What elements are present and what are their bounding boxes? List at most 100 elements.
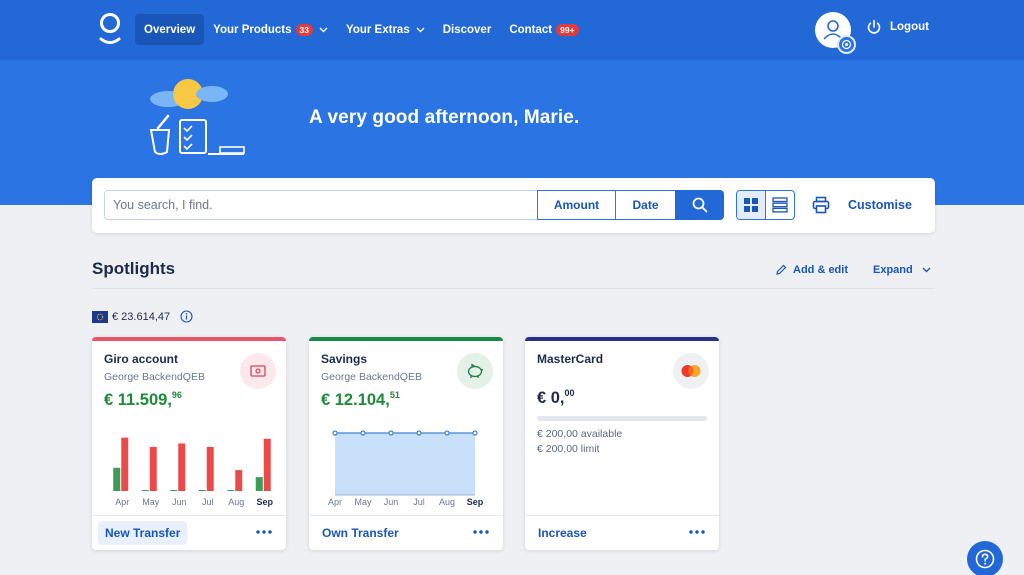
credit-limit: € 200,00 limit bbox=[537, 443, 600, 455]
x-axis-tick-label: Jul bbox=[413, 497, 425, 507]
card-accent-bar bbox=[309, 337, 503, 341]
products-count-badge: 33 bbox=[295, 23, 314, 36]
expense-bar bbox=[235, 470, 243, 491]
total-balance-value: € 23.614,47 bbox=[112, 310, 171, 323]
nav-contact-label: Contact bbox=[509, 23, 553, 36]
balance-point bbox=[332, 430, 338, 436]
x-axis-tick-label: Jun bbox=[384, 497, 399, 507]
more-options-button[interactable] bbox=[469, 524, 493, 540]
expense-bar bbox=[178, 443, 186, 491]
x-axis-tick-label: Aug bbox=[228, 497, 244, 507]
card-owner-name: George BackendQEB bbox=[321, 371, 422, 383]
expense-bar bbox=[206, 446, 214, 491]
nav-discover[interactable]: Discover bbox=[434, 14, 501, 45]
card-owner-name: George BackendQEB bbox=[104, 371, 205, 383]
pencil-icon bbox=[776, 264, 787, 275]
income-bar bbox=[198, 490, 206, 491]
card-balance: € 12.104,51 bbox=[321, 390, 400, 410]
new-transfer-button[interactable]: New Transfer bbox=[98, 521, 188, 545]
own-transfer-button[interactable]: Own Transfer bbox=[315, 521, 406, 545]
nav-discover-label: Discover bbox=[442, 23, 492, 36]
help-button[interactable] bbox=[967, 541, 1003, 575]
expense-bar bbox=[121, 437, 129, 491]
giro-account-card[interactable]: Giro account George BackendQEB € 11.509,… bbox=[92, 337, 286, 550]
available-amount: € 200,00 available bbox=[537, 428, 623, 440]
ellipsis-icon bbox=[473, 530, 489, 534]
total-balance: € 23.614,47 bbox=[92, 310, 193, 323]
customise-button[interactable]: Customise bbox=[848, 198, 912, 212]
card-balance: € 0,00 bbox=[537, 388, 575, 408]
card-type-badge bbox=[457, 353, 493, 389]
grid-view-button[interactable] bbox=[737, 191, 766, 219]
card-balance-main: € 12.104, bbox=[321, 391, 390, 409]
savings-balance-chart: Apr May Jun Jul Aug Sep bbox=[328, 430, 484, 507]
more-options-button[interactable] bbox=[252, 524, 276, 540]
savings-card[interactable]: Savings George BackendQEB € 12.104,51 Ap… bbox=[309, 337, 503, 550]
expense-bar bbox=[149, 446, 157, 491]
x-axis-tick-label: Sep bbox=[256, 497, 273, 507]
mastercard-card[interactable]: MasterCard € 0,00 € 200,00 available € 2… bbox=[525, 337, 719, 550]
weather-checklist-illustration-icon bbox=[149, 79, 245, 155]
card-footer: Own Transfer bbox=[309, 515, 503, 550]
card-account-name: Giro account bbox=[104, 352, 179, 366]
card-footer: New Transfer bbox=[92, 515, 286, 550]
card-type-badge bbox=[240, 353, 276, 389]
chevron-down-icon bbox=[416, 27, 425, 32]
x-axis-tick-label: May bbox=[142, 497, 160, 507]
list-view-button[interactable] bbox=[766, 191, 795, 219]
print-icon[interactable] bbox=[812, 196, 830, 214]
nav-your-extras-label: Your Extras bbox=[346, 23, 410, 36]
increase-limit-button[interactable]: Increase bbox=[531, 521, 594, 545]
logo-icon[interactable] bbox=[98, 12, 122, 46]
card-balance-main: € 0, bbox=[537, 389, 565, 407]
x-axis-tick-label: Aug bbox=[439, 497, 455, 507]
search-button[interactable] bbox=[675, 190, 724, 220]
expand-button[interactable]: Expand bbox=[873, 264, 931, 276]
chevron-down-icon bbox=[922, 267, 931, 273]
expand-label: Expand bbox=[873, 264, 913, 276]
info-icon[interactable] bbox=[180, 310, 193, 323]
balance-area bbox=[335, 433, 475, 495]
date-filter-button[interactable]: Date bbox=[615, 190, 676, 220]
x-axis-tick-label: Apr bbox=[328, 497, 342, 507]
chevron-down-icon bbox=[319, 27, 328, 32]
income-bar bbox=[170, 490, 178, 491]
nav-your-products[interactable]: Your Products 33 bbox=[204, 14, 337, 45]
list-icon bbox=[772, 197, 788, 213]
search-icon bbox=[692, 197, 707, 213]
more-options-button[interactable] bbox=[685, 524, 709, 540]
balance-point bbox=[444, 430, 450, 436]
search-input[interactable] bbox=[104, 190, 537, 220]
monthly-cashflow-chart: Apr May Jun Jul Aug Sep bbox=[113, 437, 274, 507]
target-icon bbox=[841, 39, 852, 50]
section-divider bbox=[92, 288, 935, 289]
card-balance: € 11.509,96 bbox=[104, 390, 182, 410]
balance-point bbox=[388, 430, 394, 436]
card-footer: Increase bbox=[525, 515, 719, 550]
nav-overview-label: Overview bbox=[144, 23, 196, 36]
card-balance-main: € 11.509, bbox=[104, 391, 172, 409]
card-accent-bar bbox=[525, 337, 719, 341]
ellipsis-icon bbox=[689, 530, 705, 534]
logout-button[interactable]: Logout bbox=[866, 19, 929, 35]
x-axis-tick-label: Sep bbox=[467, 497, 484, 507]
ellipsis-icon bbox=[256, 530, 272, 534]
nav-your-products-label: Your Products bbox=[213, 23, 292, 36]
mastercard-logo-icon bbox=[681, 365, 701, 377]
card-account-name: MasterCard bbox=[537, 352, 604, 366]
expense-bar bbox=[263, 438, 271, 491]
amount-filter-button[interactable]: Amount bbox=[537, 190, 616, 220]
credit-usage-progress-bar bbox=[537, 416, 707, 421]
add-edit-button[interactable]: Add & edit bbox=[775, 264, 848, 276]
card-balance-cents: 51 bbox=[389, 390, 400, 400]
spotlights-title: Spotlights bbox=[92, 259, 176, 278]
nav-your-extras[interactable]: Your Extras bbox=[337, 14, 434, 45]
x-axis-tick-label: Jun bbox=[172, 497, 187, 507]
card-accent-bar bbox=[92, 337, 286, 341]
avatar-status-badge bbox=[837, 35, 856, 54]
view-toggle bbox=[736, 190, 795, 220]
search-card: Amount Date Customise bbox=[92, 178, 935, 233]
nav-contact[interactable]: Contact 99+ bbox=[500, 14, 587, 45]
main-nav: Overview Your Products 33 Your Extras Di… bbox=[135, 14, 588, 45]
nav-overview[interactable]: Overview bbox=[135, 14, 205, 45]
